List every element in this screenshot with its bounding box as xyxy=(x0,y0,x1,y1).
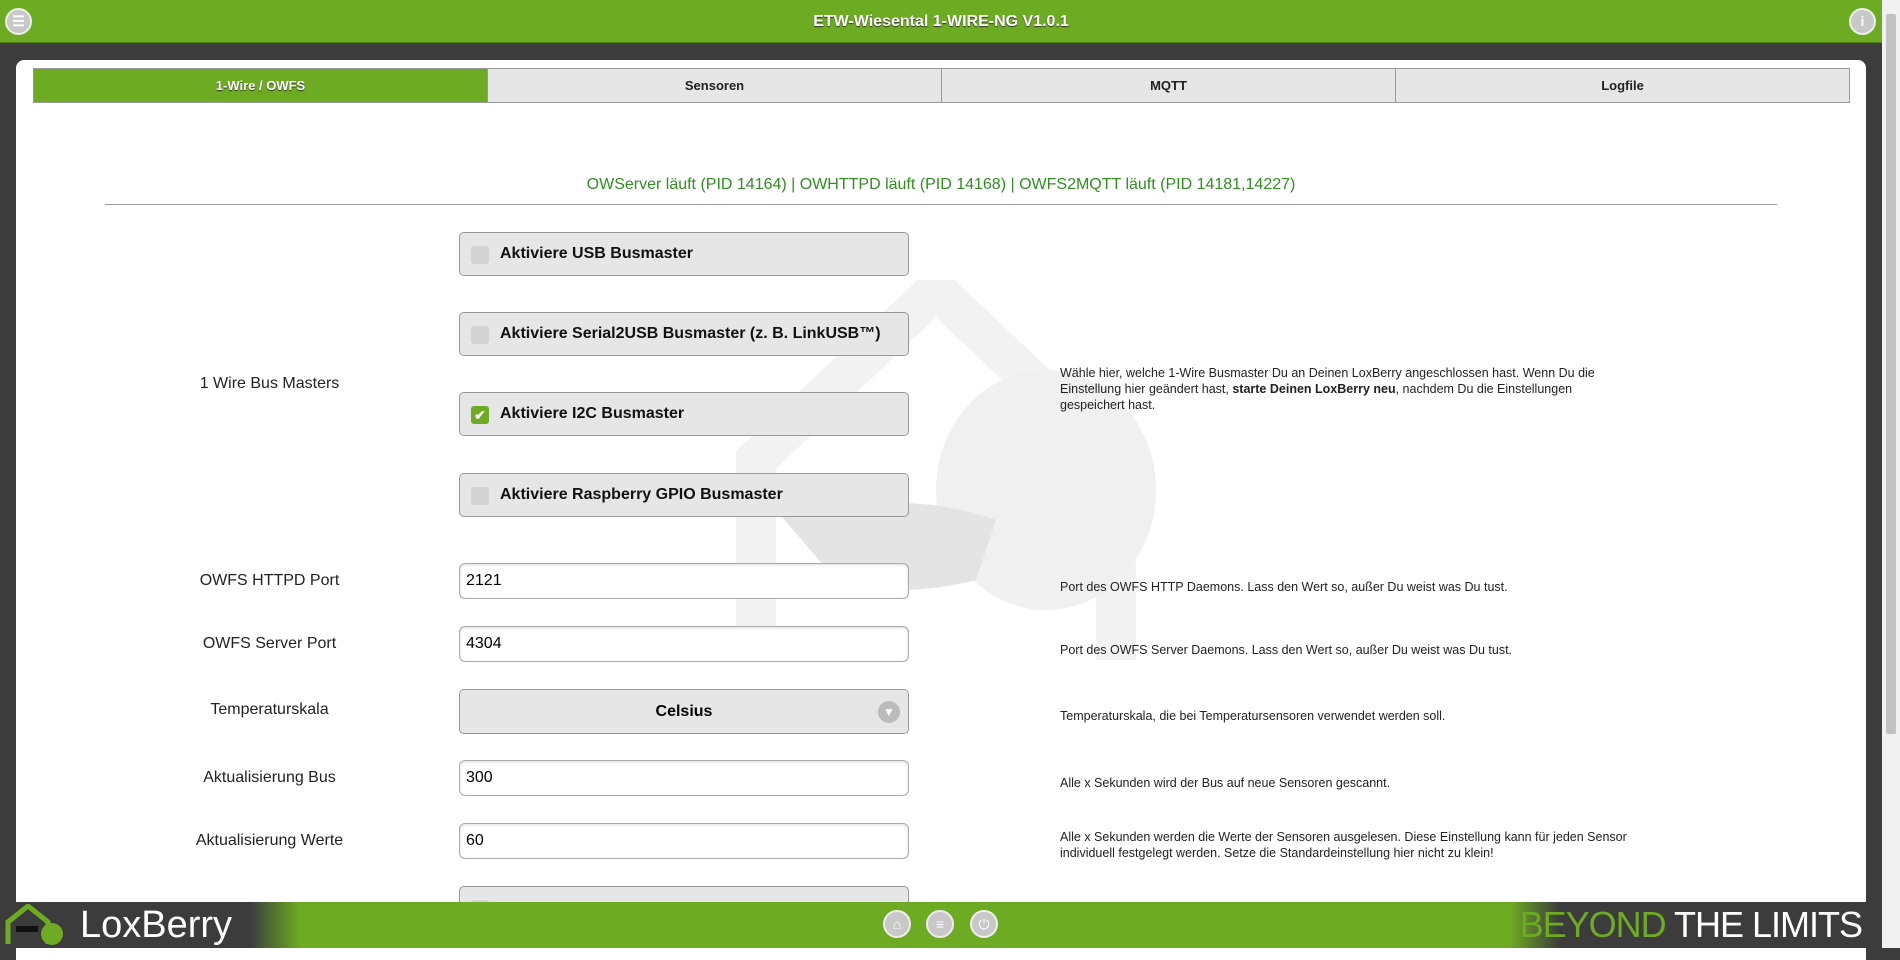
menu-button[interactable]: ☰ xyxy=(5,8,32,35)
tab-sensoren[interactable]: Sensoren xyxy=(487,69,941,102)
chevron-down-icon: ▼ xyxy=(878,701,900,723)
server-port-help: Port des OWFS Server Daemons. Lass den W… xyxy=(1060,643,1513,657)
footer-bar: LoxBerry ⌂ ≡ ⏻ BEYOND THE LIMITS xyxy=(0,902,1882,948)
scrollbar[interactable] xyxy=(1882,0,1900,948)
bus-refresh-input[interactable] xyxy=(459,760,909,796)
temperature-scale-help: Temperaturskala, die bei Temperatursenso… xyxy=(1060,709,1446,723)
daemon-status: OWServer läuft (PID 14164) | OWHTTPD läu… xyxy=(586,176,1296,193)
tab-bar: 1-Wire / OWFS Sensoren MQTT Logfile xyxy=(33,68,1850,103)
checkbox-label: Aktiviere Raspberry GPIO Busmaster xyxy=(500,486,783,503)
gpio-busmaster-checkbox[interactable]: Aktiviere Raspberry GPIO Busmaster xyxy=(459,473,909,517)
loxberry-logo-text: LoxBerry xyxy=(80,904,233,946)
slogan: BEYOND THE LIMITS xyxy=(1519,904,1863,945)
checkbox-label: Aktiviere Serial2USB Busmaster (z. B. Li… xyxy=(500,325,881,342)
values-refresh-help: Alle x Sekunden werden die Werte der Sen… xyxy=(1060,830,1627,860)
checkbox-icon xyxy=(471,246,489,264)
busmasters-label: 1 Wire Bus Masters xyxy=(199,375,340,392)
loxberry-logo-icon xyxy=(5,904,63,945)
divider xyxy=(105,204,1777,205)
menu-button-footer[interactable]: ≡ xyxy=(926,910,954,938)
httpd-port-label: OWFS HTTPD Port xyxy=(199,572,340,589)
values-refresh-input[interactable] xyxy=(459,823,909,859)
server-port-input[interactable] xyxy=(459,626,909,662)
bus-refresh-help: Alle x Sekunden wird der Bus auf neue Se… xyxy=(1060,776,1391,790)
content-panel: 1-Wire / OWFS Sensoren MQTT Logfile OWSe… xyxy=(16,60,1866,960)
i2c-busmaster-checkbox[interactable]: ✔ Aktiviere I2C Busmaster xyxy=(459,392,909,436)
server-port-label: OWFS Server Port xyxy=(202,635,337,652)
serial2usb-busmaster-checkbox[interactable]: Aktiviere Serial2USB Busmaster (z. B. Li… xyxy=(459,312,909,356)
bus-refresh-label: Aktualisierung Bus xyxy=(203,769,336,786)
tab-mqtt[interactable]: MQTT xyxy=(941,69,1395,102)
tab-1wire-owfs[interactable]: 1-Wire / OWFS xyxy=(34,69,487,102)
checkbox-label: Aktiviere USB Busmaster xyxy=(500,245,693,262)
checkmark-icon: ✔ xyxy=(471,406,489,424)
scrollbar-thumb[interactable] xyxy=(1886,14,1896,734)
usb-busmaster-checkbox[interactable]: Aktiviere USB Busmaster xyxy=(459,232,909,276)
httpd-port-help: Port des OWFS HTTP Daemons. Lass den Wer… xyxy=(1060,580,1508,594)
app-header: ☰ ETW-Wiesental 1-WIRE-NG V1.0.1 i xyxy=(0,0,1882,43)
power-button[interactable]: ⏻ xyxy=(970,910,998,938)
home-button[interactable]: ⌂ xyxy=(883,910,911,938)
checkbox-icon xyxy=(471,487,489,505)
checkbox-label: Aktiviere I2C Busmaster xyxy=(500,405,685,422)
page-title: ETW-Wiesental 1-WIRE-NG V1.0.1 xyxy=(813,13,1069,30)
checkbox-icon xyxy=(471,326,489,344)
info-button[interactable]: i xyxy=(1849,8,1876,35)
values-refresh-label: Aktualisierung Werte xyxy=(195,832,344,849)
busmasters-help: Wähle hier, welche 1-Wire Busmaster Du a… xyxy=(1060,366,1595,412)
temperature-scale-select[interactable]: Celsius ▼ xyxy=(459,689,909,734)
temperature-scale-label: Temperaturskala xyxy=(210,701,329,718)
httpd-port-input[interactable] xyxy=(459,563,909,599)
select-value: Celsius xyxy=(655,703,713,720)
tab-logfile[interactable]: Logfile xyxy=(1395,69,1849,102)
